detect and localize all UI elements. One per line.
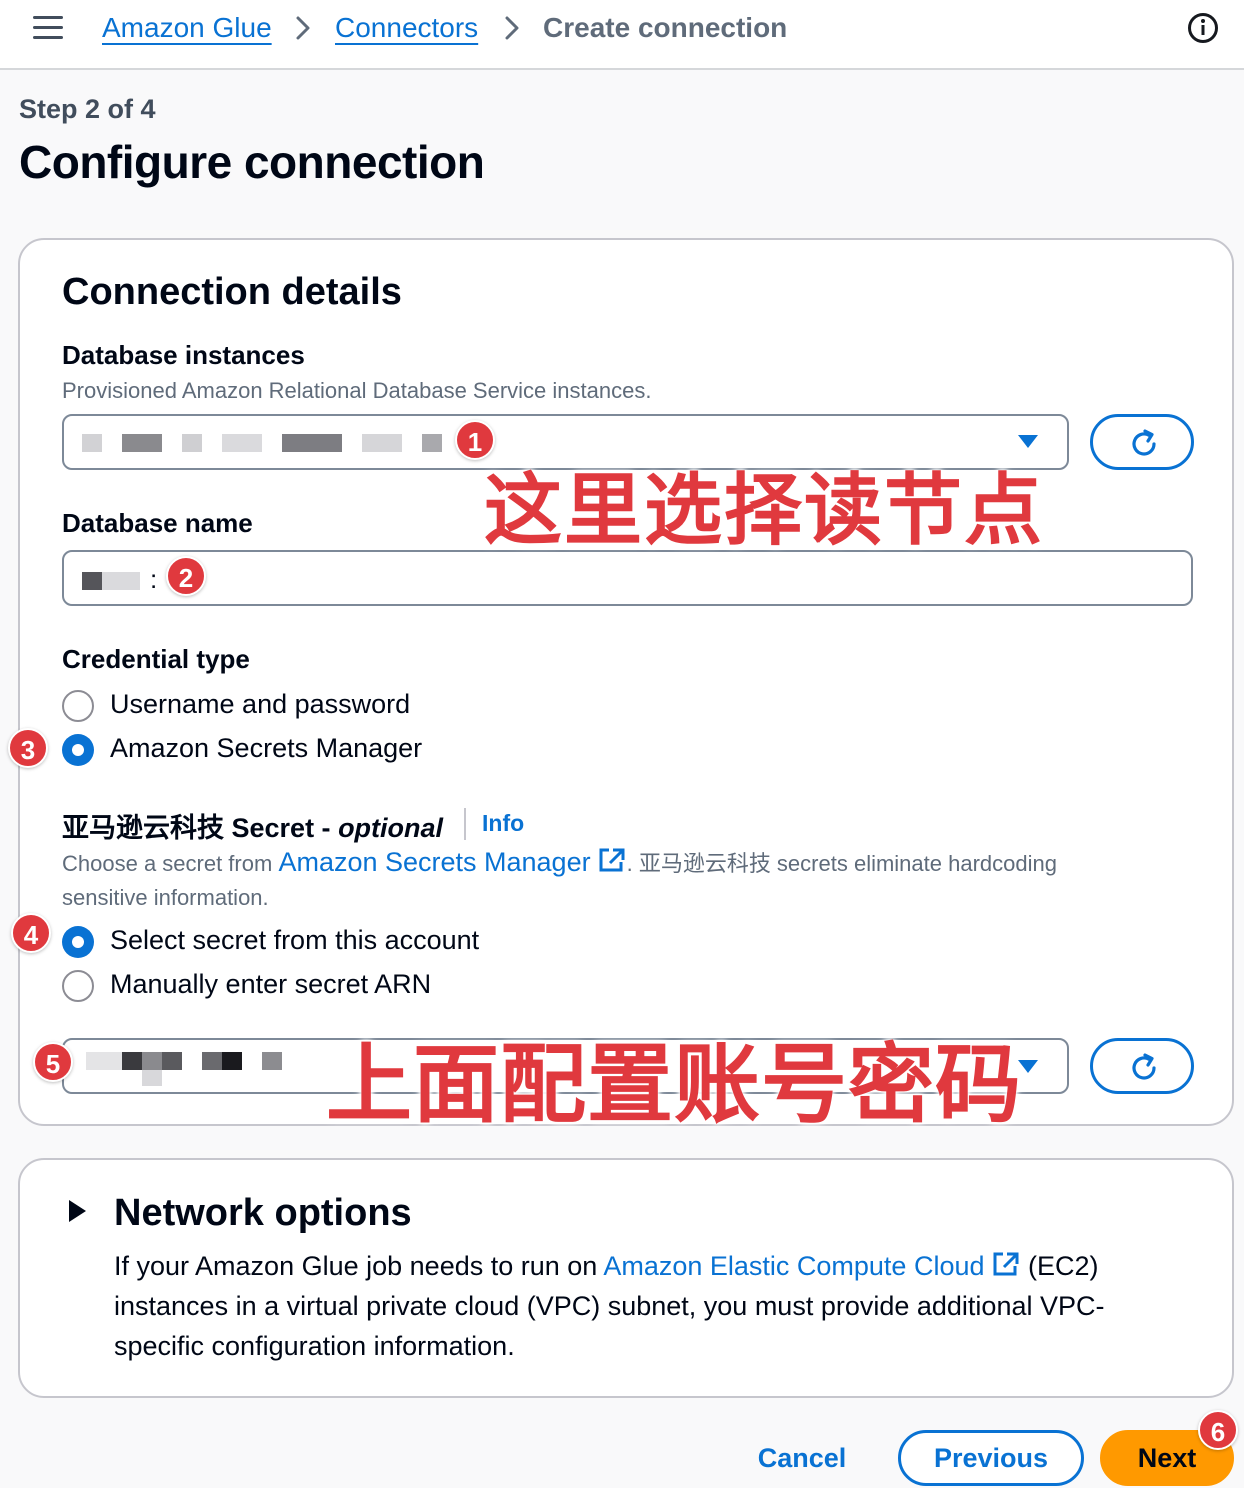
secret-description-line2: sensitive information. (62, 885, 269, 910)
connection-details-card: Connection details Database instances Pr… (18, 238, 1234, 1126)
redacted-value (122, 1052, 142, 1070)
redacted-value (282, 434, 342, 452)
network-text-line3: specific configuration information. (114, 1331, 515, 1361)
page-title: Configure connection (19, 136, 485, 188)
redacted-value (102, 572, 140, 590)
top-navigation-bar: Amazon Glue Connectors Create connection (0, 0, 1244, 70)
secret-label: 亚马逊云科技 Secret - optional (62, 806, 443, 845)
db-name-suffix: : (150, 564, 158, 594)
redacted-value (82, 572, 102, 590)
annotation-badge-6: 6 (1198, 1410, 1238, 1450)
chevron-right-icon (296, 16, 310, 40)
network-text-2: (EC2) (1020, 1251, 1099, 1281)
secret-label-main: 亚马逊云科技 Secret - (62, 813, 339, 843)
caret-down-icon (1018, 435, 1038, 448)
radio-button-selected[interactable] (62, 926, 94, 958)
info-icon[interactable] (1187, 12, 1219, 44)
breadcrumb-connectors[interactable]: Connectors (335, 11, 478, 45)
breadcrumb-current: Create connection (543, 12, 788, 43)
network-options-description: If your Amazon Glue job needs to run on … (114, 1246, 1104, 1366)
credential-type-label: Credential type (62, 644, 250, 674)
redacted-value (222, 434, 262, 452)
annotation-note-top: 这里选择读节点 (484, 466, 1045, 556)
redacted-value (422, 434, 442, 452)
redacted-value (202, 1052, 222, 1070)
external-link-icon (993, 1252, 1018, 1276)
redacted-value (162, 1052, 182, 1070)
db-instances-description: Provisioned Amazon Relational Database S… (62, 378, 652, 403)
radio-button[interactable] (62, 690, 94, 722)
radio-label: Manually enter secret ARN (110, 969, 432, 999)
menu-icon[interactable] (33, 16, 63, 40)
secrets-manager-link[interactable]: Amazon Secrets Manager (278, 847, 590, 877)
expand-caret-icon[interactable] (66, 1198, 88, 1224)
secret-desc-suffix: . 亚马逊云科技 secrets eliminate hardcoding (626, 851, 1057, 876)
redacted-value (222, 1052, 242, 1070)
previous-button[interactable]: Previous (898, 1430, 1084, 1486)
redacted-value (122, 434, 162, 452)
refresh-instances-button[interactable] (1090, 414, 1194, 470)
annotation-badge-4: 4 (11, 913, 51, 953)
annotation-badge-2: 2 (166, 556, 206, 596)
redacted-value (262, 1052, 282, 1070)
secret-desc-prefix: Choose a secret from (62, 851, 279, 876)
annotation-note-bottom: 上面配置账号密码 (326, 1035, 1022, 1135)
db-name-label: Database name (62, 508, 253, 538)
secret-info-link[interactable]: Info (482, 810, 524, 837)
card-title: Connection details (62, 271, 402, 313)
redacted-value (142, 1052, 162, 1070)
refresh-icon (1132, 1053, 1156, 1080)
network-options-card: Network options If your Amazon Glue job … (18, 1158, 1234, 1398)
redacted-value (142, 1070, 162, 1086)
refresh-icon (1132, 429, 1156, 456)
db-instances-label: Database instances (62, 340, 305, 370)
breadcrumb-amazon-glue[interactable]: Amazon Glue (102, 11, 272, 45)
cancel-button[interactable]: Cancel (740, 1430, 864, 1486)
divider (464, 808, 466, 840)
redacted-value (82, 434, 102, 452)
radio-label: Select secret from this account (110, 925, 480, 955)
secret-description: Choose a secret from Amazon Secrets Mana… (62, 845, 1057, 881)
annotation-badge-5: 5 (33, 1042, 73, 1082)
redacted-value (86, 1052, 126, 1070)
redacted-value (182, 434, 202, 452)
external-link-icon (599, 848, 625, 872)
radio-button-selected[interactable] (62, 734, 94, 766)
network-text-line2: instances in a virtual private cloud (VP… (114, 1291, 1105, 1321)
radio-label: Amazon Secrets Manager (110, 733, 423, 763)
redacted-value (362, 434, 402, 452)
step-indicator: Step 2 of 4 (19, 94, 156, 124)
radio-button[interactable] (62, 970, 94, 1002)
network-options-title[interactable]: Network options (114, 1192, 412, 1235)
secret-label-optional: optional (338, 813, 444, 843)
refresh-secrets-button[interactable] (1090, 1038, 1194, 1094)
ec2-link[interactable]: Amazon Elastic Compute Cloud (603, 1251, 984, 1281)
annotation-badge-3: 3 (8, 728, 48, 768)
chevron-right-icon (505, 16, 519, 40)
network-text-1: If your Amazon Glue job needs to run on (114, 1251, 604, 1281)
radio-label: Username and password (110, 689, 411, 719)
